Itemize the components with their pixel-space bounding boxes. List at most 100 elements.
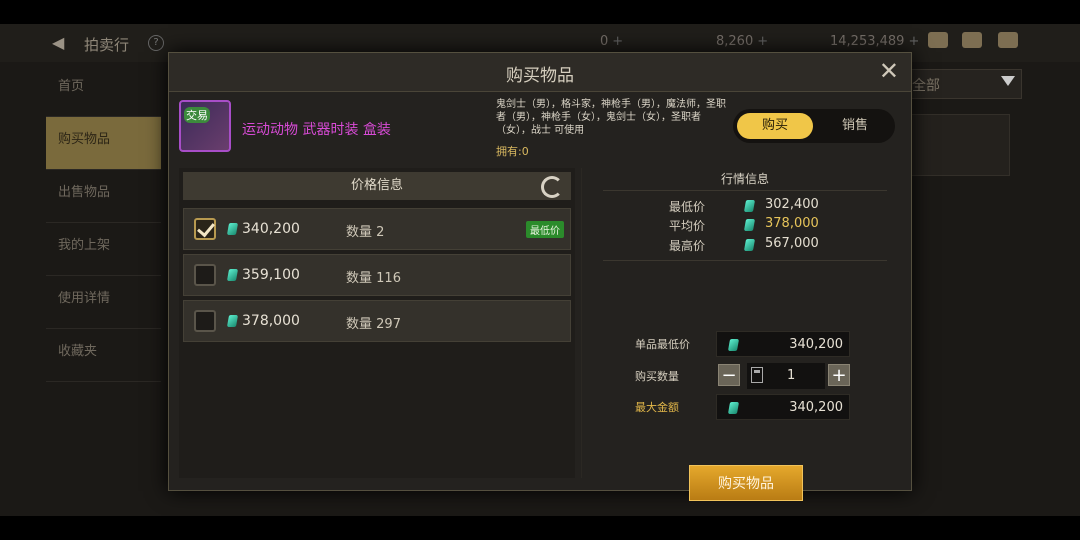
row-quantity-value: 2 xyxy=(376,225,385,240)
sidebar-item-my-listings[interactable]: 我的上架 xyxy=(46,223,161,276)
buy-item-button[interactable]: 购买物品 xyxy=(689,465,803,501)
row-quantity: 数量 297 xyxy=(346,313,401,332)
dialog-title: 购买物品 xyxy=(506,66,574,86)
market-max-label: 最高价 xyxy=(669,239,706,253)
tradeable-badge: 交易 xyxy=(184,107,210,123)
close-icon[interactable]: ✕ xyxy=(879,57,899,85)
bag-icon[interactable] xyxy=(928,32,948,48)
sidebar-item-sell[interactable]: 出售物品 xyxy=(46,170,161,223)
market-info-title: 行情信息 xyxy=(720,172,769,186)
quantity-value: 1 xyxy=(787,368,796,383)
sidebar-item-favorites[interactable]: 收藏夹 xyxy=(46,329,161,382)
currency-display-2: 8,260 + xyxy=(716,34,768,49)
gem-icon xyxy=(743,239,756,251)
price-row[interactable]: 340,200 数量 2 最低价 xyxy=(183,208,571,250)
max-total-row: 最大金额 340,200 xyxy=(619,394,879,420)
max-total-label: 最大金额 xyxy=(635,401,679,414)
currency-display-3: 14,253,489 + xyxy=(830,34,919,49)
market-max-value: 567,000 xyxy=(765,236,819,251)
category-dropdown[interactable]: 全部 xyxy=(905,69,1022,99)
row-checkbox[interactable] xyxy=(194,218,216,240)
price-info-header: 价格信息 xyxy=(183,172,571,200)
market-min-label: 最低价 xyxy=(669,200,706,214)
sidebar-item-home[interactable]: 首页 xyxy=(46,64,161,117)
sidebar-item-usage-details[interactable]: 使用详情 xyxy=(46,276,161,329)
unit-min-price-label: 单品最低价 xyxy=(635,338,690,351)
price-info-title: 价格信息 xyxy=(350,178,403,193)
currency-1-value: 0 xyxy=(600,34,609,49)
row-quantity-label: 数量 xyxy=(346,317,373,332)
row-quantity-value: 297 xyxy=(376,317,401,332)
currency-2-add-icon[interactable]: + xyxy=(757,34,768,49)
market-min-row: 最低价 302,400 xyxy=(603,196,887,216)
market-avg-value: 378,000 xyxy=(765,216,819,231)
buy-quantity-row: 购买数量 − 1 + xyxy=(619,363,879,389)
unit-min-price-row: 单品最低价 340,200 xyxy=(619,331,879,357)
auction-screen: ◀ 拍卖行 ? 0 + 8,260 + 14,253,489 + 首页 购买物品 出售… xyxy=(0,24,1080,516)
row-quantity: 数量 116 xyxy=(346,267,401,286)
row-quantity: 数量 2 xyxy=(346,221,384,240)
market-avg-label: 平均价 xyxy=(669,219,706,233)
help-icon[interactable]: ? xyxy=(148,35,164,51)
market-avg-row: 平均价 378,000 xyxy=(603,215,887,235)
dropdown-arrow-icon xyxy=(1001,76,1015,86)
gem-icon xyxy=(743,219,756,231)
currency-display-1: 0 + xyxy=(600,34,623,49)
gem-icon xyxy=(226,223,239,235)
currency-3-value: 14,253,489 xyxy=(830,34,905,49)
divider xyxy=(603,190,887,191)
max-total-field: 340,200 xyxy=(716,394,850,420)
quantity-minus-button[interactable]: − xyxy=(718,364,740,386)
chat-icon[interactable] xyxy=(998,32,1018,48)
sidebar: 首页 购买物品 出售物品 我的上架 使用详情 收藏夹 xyxy=(46,64,161,382)
buy-sell-toggle: 购买 销售 xyxy=(733,109,895,143)
price-row[interactable]: 378,000 数量 297 xyxy=(183,300,571,342)
row-quantity-label: 数量 xyxy=(346,225,373,240)
divider xyxy=(603,260,887,261)
quantity-plus-button[interactable]: + xyxy=(828,364,850,386)
buy-quantity-label: 购买数量 xyxy=(635,370,679,383)
calculator-icon[interactable] xyxy=(751,367,763,383)
market-info-panel: 行情信息 最低价 302,400 平均价 378,000 最高价 567,000 xyxy=(603,168,887,261)
buy-item-dialog: 购买物品 ✕ 交易 运动动物 武器时装 盒装 鬼剑士（男），格斗家，神枪手（男）… xyxy=(168,52,912,501)
price-row[interactable]: 359,100 数量 116 xyxy=(183,254,571,296)
dialog-header: 购买物品 ✕ xyxy=(169,53,911,92)
refresh-icon[interactable] xyxy=(541,176,563,198)
mail-icon[interactable] xyxy=(962,32,982,48)
gem-icon xyxy=(743,200,756,212)
toggle-buy[interactable]: 购买 xyxy=(737,113,813,139)
gem-icon xyxy=(226,269,239,281)
price-info-panel: 价格信息 340,200 数量 2 最低价 359,100 数量 116 378… xyxy=(179,168,575,478)
item-name: 运动动物 武器时装 盒装 xyxy=(242,122,391,138)
currency-2-value: 8,260 xyxy=(716,34,754,49)
row-price: 378,000 xyxy=(242,313,300,329)
market-max-row: 最高价 567,000 xyxy=(603,235,887,255)
quantity-input[interactable]: 1 xyxy=(747,363,825,389)
page-title: 拍卖行 xyxy=(84,36,130,54)
row-checkbox[interactable] xyxy=(194,264,216,286)
lowest-price-badge: 最低价 xyxy=(526,221,564,238)
row-quantity-label: 数量 xyxy=(346,271,373,286)
max-total-value: 340,200 xyxy=(789,400,843,415)
row-price: 340,200 xyxy=(242,221,300,237)
category-dropdown-label: 全部 xyxy=(912,78,940,94)
unit-min-price-value: 340,200 xyxy=(789,337,843,352)
row-quantity-value: 116 xyxy=(376,271,401,286)
panel-divider xyxy=(581,168,582,478)
row-checkbox[interactable] xyxy=(194,310,216,332)
usable-classes: 鬼剑士（男），格斗家，神枪手（男），魔法师，圣职者（男），神枪手（女），鬼剑士（… xyxy=(496,99,726,136)
item-icon[interactable]: 交易 xyxy=(179,100,231,152)
background-item-card xyxy=(910,114,1010,176)
gem-icon xyxy=(727,339,740,351)
currency-1-add-icon[interactable]: + xyxy=(612,34,623,49)
sidebar-item-buy[interactable]: 购买物品 xyxy=(46,117,161,170)
gem-icon xyxy=(226,315,239,327)
row-price: 359,100 xyxy=(242,267,300,283)
unit-min-price-field: 340,200 xyxy=(716,331,850,357)
currency-3-add-icon[interactable]: + xyxy=(908,34,919,49)
toggle-sell[interactable]: 销售 xyxy=(817,113,893,139)
owned-count: 拥有:0 xyxy=(496,145,529,158)
back-arrow-icon[interactable]: ◀ xyxy=(52,33,64,52)
gem-icon xyxy=(727,402,740,414)
market-min-value: 302,400 xyxy=(765,197,819,212)
